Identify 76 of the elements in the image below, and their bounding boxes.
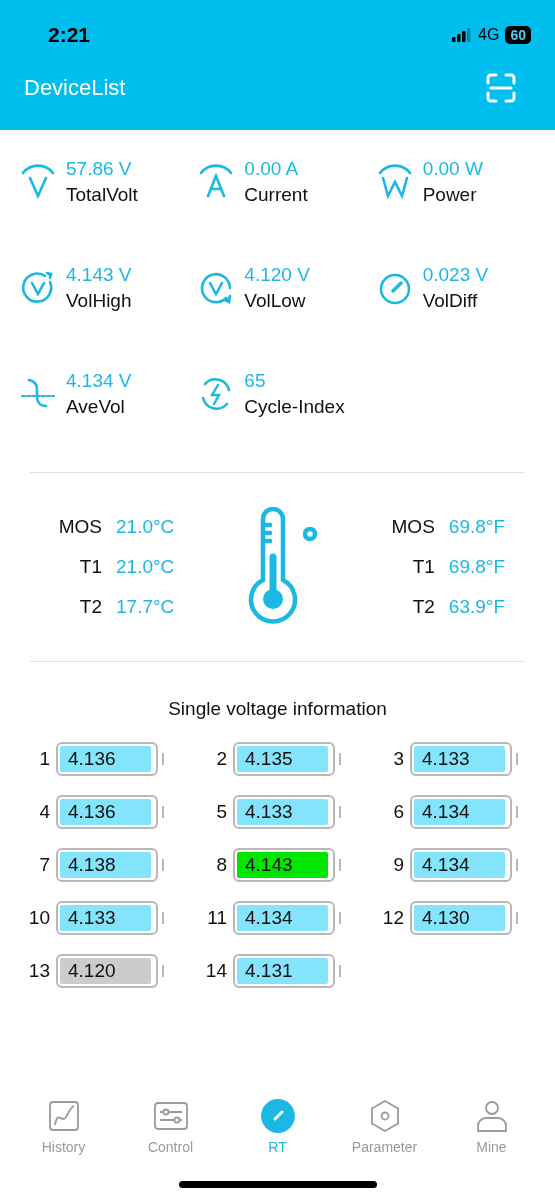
cell-voltage: 4.133 <box>237 799 328 825</box>
metric-label: TotalVolt <box>66 184 138 206</box>
metric-value: 4.143 V <box>66 264 132 286</box>
cell-voltage: 4.136 <box>60 799 151 825</box>
sensor-label: MOS <box>390 516 435 538</box>
network-label: 4G <box>478 26 500 44</box>
signal-icon <box>452 28 473 42</box>
cell-number: 12 <box>381 907 404 929</box>
temperature-value: 69.8°F <box>448 516 505 538</box>
gauge-icon <box>260 1099 295 1133</box>
sensor-label: T1 <box>78 556 102 578</box>
cell-number: 5 <box>215 801 227 823</box>
chart-icon <box>46 1099 81 1133</box>
metric-label: Cycle-Index <box>244 396 345 418</box>
status-time: 2:21 <box>48 23 91 47</box>
cell-number: 10 <box>27 907 50 929</box>
cell-number: 9 <box>392 854 404 876</box>
sliders-icon <box>153 1099 188 1133</box>
temperature-value: 21.0°C <box>116 516 175 538</box>
cell-voltage: 4.134 <box>414 799 505 825</box>
tab-item[interactable]: Parameter <box>339 1099 430 1155</box>
voltage-up-icon <box>20 270 56 306</box>
cell-voltage: 4.135 <box>237 746 328 772</box>
cell-number: 7 <box>38 854 50 876</box>
temperature-value: 63.9°F <box>448 596 505 618</box>
sensor-label: T2 <box>411 596 435 618</box>
temperature-value: 69.8°F <box>448 556 505 578</box>
metric-value: 0.00 A <box>244 158 300 180</box>
metric-value: 4.134 V <box>66 370 132 392</box>
tab-item[interactable]: RT <box>232 1099 323 1155</box>
power-icon <box>376 164 413 200</box>
cell-number: 1 <box>38 748 50 770</box>
metric-value: 57.86 V <box>66 158 133 180</box>
cell-voltage: 4.136 <box>60 746 151 772</box>
person-icon <box>474 1099 509 1133</box>
cell-voltage: 4.134 <box>414 852 505 878</box>
cell-number: 6 <box>392 801 404 823</box>
cell-voltage: 4.138 <box>60 852 151 878</box>
metric-label: VolHigh <box>66 290 132 312</box>
scan-icon[interactable] <box>485 72 517 104</box>
sensor-label: T1 <box>411 556 435 578</box>
cell-voltage: 4.134 <box>237 905 328 931</box>
metric-value: 0.023 V <box>422 264 489 286</box>
cell-voltage: 4.143 <box>237 852 328 878</box>
section-title: Single voltage information <box>167 697 388 721</box>
cell-number: 13 <box>27 960 50 982</box>
tab-item[interactable]: History <box>18 1099 109 1155</box>
metric-value: 65 <box>244 370 267 392</box>
metric-label: Power <box>422 184 478 206</box>
cell-number: 4 <box>38 801 50 823</box>
tab-item[interactable]: Mine <box>446 1099 537 1155</box>
cell-voltage: 4.120 <box>60 958 151 984</box>
sensor-label: T2 <box>78 596 102 618</box>
cell-number: 11 <box>206 907 227 929</box>
temperature-value: 17.7°C <box>116 596 175 618</box>
page-title[interactable]: DeviceList <box>24 75 126 101</box>
current-icon <box>198 164 235 200</box>
cell-number: 14 <box>204 960 227 982</box>
cell-number: 2 <box>215 748 227 770</box>
cell-voltage: 4.133 <box>414 746 505 772</box>
voltage-icon <box>20 164 56 200</box>
metric-value: 0.00 W <box>422 158 483 180</box>
metric-label: VolLow <box>244 290 307 312</box>
cell-voltage: 4.133 <box>60 905 151 931</box>
temperature-value: 21.0°C <box>116 556 175 578</box>
metric-value: 4.120 V <box>244 264 310 286</box>
cell-number: 3 <box>392 748 404 770</box>
cell-number: 8 <box>215 854 227 876</box>
cell-voltage: 4.130 <box>414 905 505 931</box>
tab-item[interactable]: Control <box>125 1099 216 1155</box>
sensor-label: MOS <box>57 516 102 538</box>
metric-label: Current <box>244 184 308 206</box>
metric-label: AveVol <box>66 396 126 418</box>
battery-indicator: 60 <box>505 26 531 44</box>
metric-label: VolDiff <box>422 290 479 312</box>
cell-voltage: 4.131 <box>237 958 328 984</box>
